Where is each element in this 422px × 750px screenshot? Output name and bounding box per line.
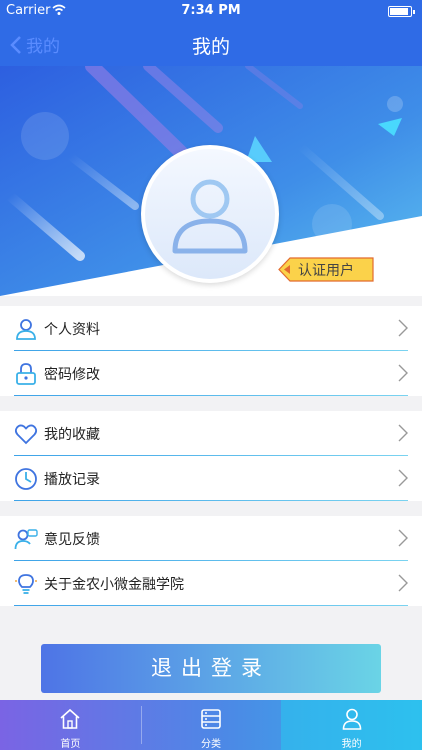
badge-label: 认证用户: [298, 263, 354, 279]
chevron-right-icon: [398, 424, 408, 442]
status-bar: Carrier 7:34 PM: [0, 0, 422, 22]
menu-group-account: 个人资料 密码修改: [0, 306, 422, 396]
tab-home[interactable]: 首页: [0, 700, 141, 750]
divider: [14, 395, 408, 396]
tab-mine[interactable]: 我的: [281, 700, 422, 750]
home-icon: [60, 708, 80, 729]
menu-group-content: 我的收藏 播放记录: [0, 411, 422, 501]
chevron-right-icon: [398, 574, 408, 592]
profile-screen: Carrier 7:34 PM 我的 我的 认证用户 个人资料 密码修改 我的收…: [0, 0, 422, 750]
heart-icon: [14, 424, 38, 445]
menu-item-about[interactable]: 关于金农小微金融学院: [0, 561, 422, 606]
chevron-right-icon: [398, 529, 408, 547]
menu-item-label: 个人资料: [44, 322, 100, 338]
menu-item-password[interactable]: 密码修改: [0, 351, 422, 396]
menu-item-history[interactable]: 播放记录: [0, 456, 422, 501]
menu-item-label: 密码修改: [44, 367, 100, 383]
tab-label: 分类: [201, 739, 221, 750]
divider: [14, 500, 408, 501]
battery-icon: [388, 6, 415, 17]
menu-item-label: 播放记录: [44, 472, 100, 488]
menu-item-label: 意见反馈: [44, 532, 100, 548]
verified-user-badge: 认证用户: [278, 257, 374, 282]
clock-time: 7:34 PM: [181, 3, 241, 18]
clock-icon: [15, 468, 37, 490]
default-avatar-icon: [172, 179, 248, 254]
tab-bar: 首页 分类 我的: [0, 700, 422, 750]
profile-header: 认证用户: [0, 66, 422, 296]
logout-button[interactable]: 退出登录: [41, 644, 381, 693]
list-icon: [201, 709, 221, 729]
lightbulb-icon: [15, 574, 37, 594]
menu-group-about: 意见反馈 关于金农小微金融学院: [0, 516, 422, 606]
chevron-right-icon: [398, 364, 408, 382]
menu-item-label: 我的收藏: [44, 427, 100, 443]
divider: [14, 605, 408, 606]
tab-label: 首页: [60, 739, 81, 750]
user-icon: [342, 708, 361, 730]
chevron-right-icon: [398, 469, 408, 487]
person-icon: [16, 319, 36, 340]
tab-label: 我的: [341, 739, 362, 750]
chevron-right-icon: [398, 319, 408, 337]
menu-item-favorites[interactable]: 我的收藏: [0, 411, 422, 456]
menu-item-label: 关于金农小微金融学院: [44, 577, 184, 593]
feedback-icon: [14, 529, 38, 550]
navigation-bar: 我的 我的: [0, 22, 422, 66]
menu-item-feedback[interactable]: 意见反馈: [0, 516, 422, 561]
avatar[interactable]: [141, 145, 279, 283]
tab-category[interactable]: 分类: [141, 700, 282, 750]
lock-icon: [16, 363, 36, 385]
page-title: 我的: [191, 36, 230, 58]
menu-item-profile[interactable]: 个人资料: [0, 306, 422, 351]
